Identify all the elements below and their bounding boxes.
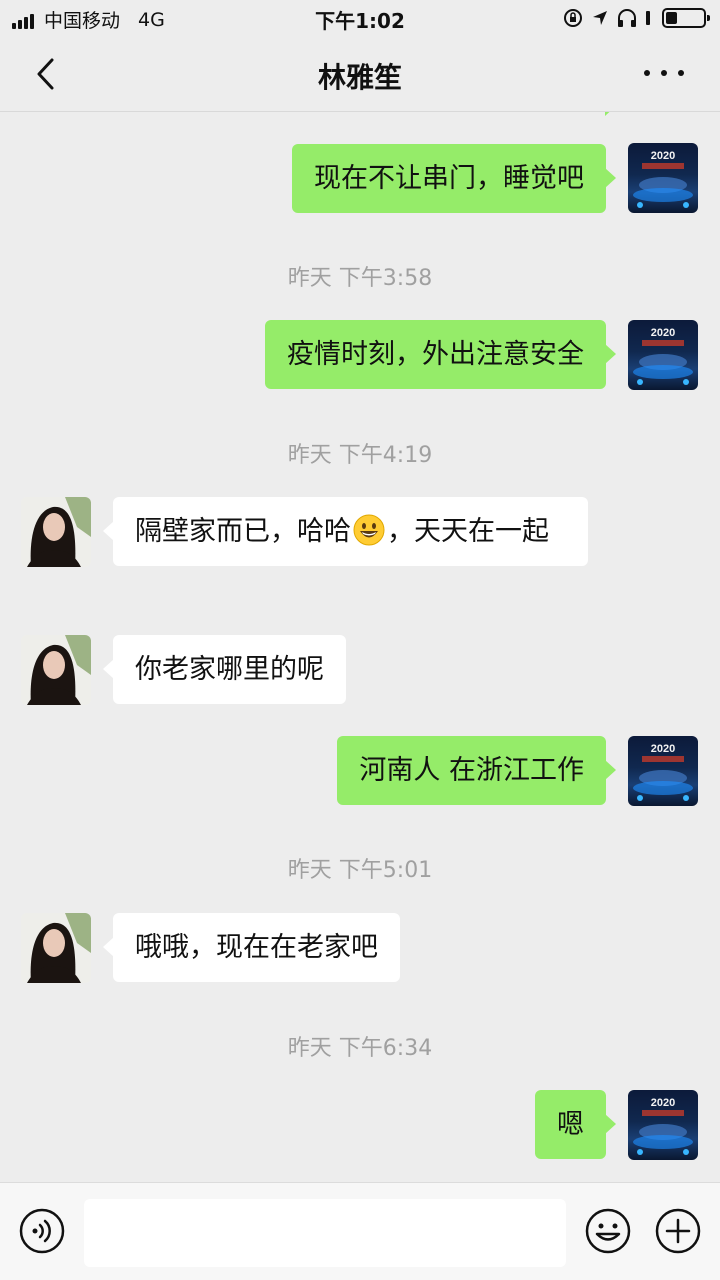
emoji-button[interactable] bbox=[584, 1207, 632, 1255]
message-bubble-me[interactable]: 河南人 在浙江工作 bbox=[337, 736, 616, 805]
status-bar: 中国移动 4G 下午1:02 bbox=[0, 0, 720, 36]
avatar-year: 2020 bbox=[651, 150, 675, 162]
location-icon bbox=[593, 11, 607, 25]
message-text: 隔壁家而已，哈哈 bbox=[135, 516, 351, 547]
alarm-icon bbox=[646, 11, 650, 25]
my-avatar[interactable]: 2020 bbox=[628, 320, 698, 390]
chat-title: 林雅笙 bbox=[317, 61, 402, 94]
my-avatar[interactable]: 2020 bbox=[628, 736, 698, 806]
message-timestamp: 昨天 下午5:01 bbox=[287, 858, 433, 883]
avatar-year: 2020 bbox=[651, 743, 675, 755]
more-button[interactable] bbox=[644, 58, 684, 88]
more-dot bbox=[661, 70, 667, 76]
avatar-image bbox=[21, 913, 91, 983]
contact-avatar[interactable] bbox=[21, 913, 91, 983]
chat-screen: 中国移动 4G 下午1:02 林雅笙 现在不让串门，睡觉吧 2020 昨天 下午… bbox=[0, 0, 720, 1280]
grinning-face-icon bbox=[353, 514, 385, 546]
battery-fill bbox=[666, 12, 677, 24]
rotation-lock-icon bbox=[564, 9, 582, 27]
avatar-image: 2020 bbox=[633, 150, 693, 208]
status-left: 中国移动 4G bbox=[12, 6, 165, 33]
avatar-image: 2020 bbox=[633, 1097, 693, 1155]
message-bubble-them[interactable]: 隔壁家而已，哈哈 ，天天在一起 bbox=[103, 497, 588, 566]
voice-icon bbox=[19, 1208, 65, 1254]
more-dot bbox=[678, 70, 684, 76]
message-timestamp: 昨天 下午6:34 bbox=[287, 1036, 433, 1061]
avatar-image: 2020 bbox=[633, 327, 693, 385]
input-bar bbox=[0, 1182, 720, 1280]
my-avatar[interactable]: 2020 bbox=[628, 1090, 698, 1160]
contact-avatar[interactable] bbox=[21, 497, 91, 567]
message-bubble-them[interactable]: 哦哦，现在在老家吧 bbox=[103, 913, 400, 982]
message-list[interactable]: 现在不让串门，睡觉吧 2020 昨天 下午3:58 疫情时刻，外出注意安全 20… bbox=[0, 112, 720, 1182]
avatar-image bbox=[21, 635, 91, 705]
message-timestamp: 昨天 下午3:58 bbox=[287, 266, 433, 291]
avatar-image bbox=[21, 497, 91, 567]
more-dot bbox=[644, 70, 650, 76]
avatar-year: 2020 bbox=[651, 327, 675, 339]
message-bubble-me[interactable]: 疫情时刻，外出注意安全 bbox=[265, 320, 616, 389]
message-bubble-me[interactable]: 现在不让串门，睡觉吧 bbox=[292, 144, 616, 213]
avatar-image: 2020 bbox=[633, 743, 693, 801]
nav-bar: 林雅笙 bbox=[0, 36, 720, 112]
more-functions-button[interactable] bbox=[654, 1207, 702, 1255]
contact-avatar[interactable] bbox=[21, 635, 91, 705]
avatar-year: 2020 bbox=[651, 1097, 675, 1109]
status-right bbox=[556, 7, 710, 29]
headphones-icon bbox=[618, 9, 636, 27]
voice-button[interactable] bbox=[18, 1207, 66, 1255]
message-text: ，天天在一起 bbox=[387, 516, 549, 547]
emoji-icon bbox=[585, 1208, 631, 1254]
my-avatar[interactable]: 2020 bbox=[628, 143, 698, 213]
network-label: 4G bbox=[138, 8, 165, 31]
message-timestamp: 昨天 下午4:19 bbox=[287, 443, 433, 468]
plus-icon bbox=[655, 1208, 701, 1254]
message-bubble-me[interactable]: 嗯 bbox=[535, 1090, 616, 1159]
battery-icon bbox=[662, 8, 710, 28]
message-input[interactable] bbox=[84, 1199, 566, 1267]
signal-icon bbox=[12, 11, 36, 29]
carrier-label: 中国移动 bbox=[44, 10, 121, 32]
message-bubble-them[interactable]: 你老家哪里的呢 bbox=[103, 635, 346, 704]
